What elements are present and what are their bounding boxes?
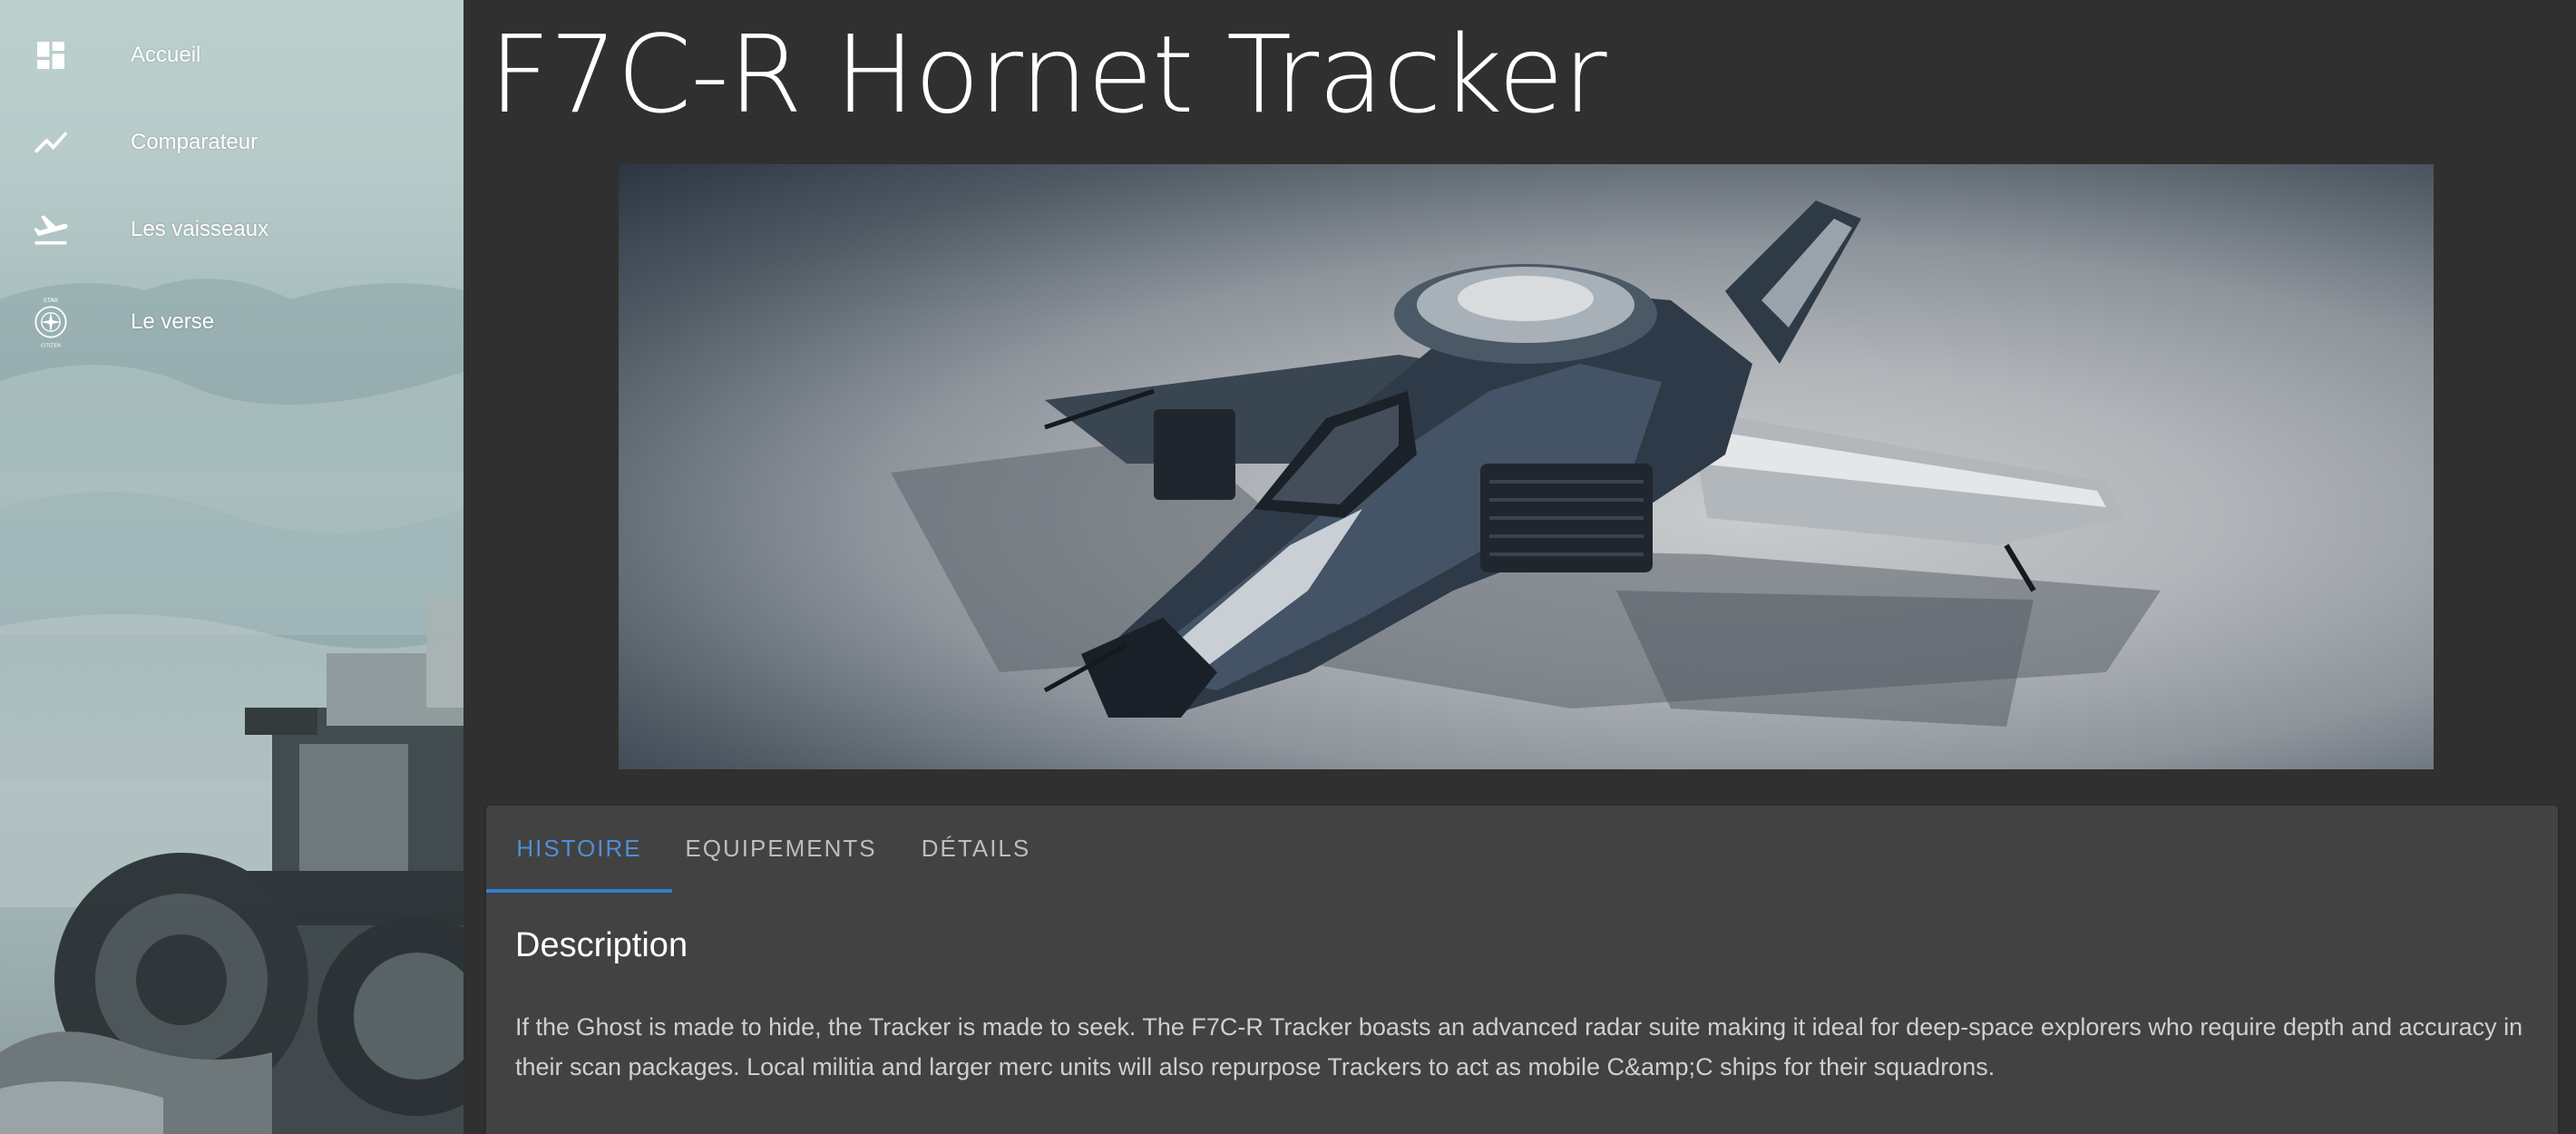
- tab-equipements[interactable]: EQUIPEMENTS: [672, 806, 890, 891]
- sidebar-item-label: Le verse: [131, 309, 215, 334]
- app-root: Accueil Comparateur Les vaisseaux STAR C…: [0, 0, 2576, 1134]
- ship-info-card: HISTOIRE EQUIPEMENTS DÉTAILS Description…: [486, 806, 2558, 1134]
- logo-text-bottom: CITIZEN: [41, 344, 61, 349]
- logo-text-top: STAR: [44, 297, 59, 304]
- main-content: F7C-R Hornet Tracker HISTOIRE EQUIPEMENT…: [465, 0, 2576, 1134]
- sidebar-item-comparateur[interactable]: Comparateur: [0, 106, 463, 179]
- sidebar-item-label: Les vaisseaux: [131, 217, 269, 241]
- sidebar-item-le-verse[interactable]: STAR CITIZEN Le verse: [0, 286, 463, 358]
- trending-line-icon: [29, 121, 73, 164]
- tab-details[interactable]: DÉTAILS: [890, 806, 1062, 891]
- sidebar-item-label: Comparateur: [131, 130, 259, 154]
- sidebar: Accueil Comparateur Les vaisseaux STAR C…: [0, 0, 463, 1134]
- description-text: If the Ghost is made to hide, the Tracke…: [515, 1013, 2523, 1080]
- description-heading: Description: [515, 926, 688, 964]
- sidebar-item-label: Accueil: [131, 43, 201, 67]
- sidebar-item-vaisseaux[interactable]: Les vaisseaux: [0, 193, 463, 266]
- tab-bar: HISTOIRE EQUIPEMENTS DÉTAILS: [486, 806, 2558, 893]
- active-tab-indicator: [486, 889, 672, 893]
- ship-hero-image: [619, 164, 2434, 769]
- ship-render: [891, 200, 2161, 727]
- page-title: F7C-R Hornet Tracker: [489, 12, 1607, 137]
- flight-takeoff-icon: [29, 208, 73, 251]
- tab-histoire[interactable]: HISTOIRE: [486, 806, 672, 891]
- dashboard-icon: [29, 34, 73, 77]
- sidebar-item-accueil[interactable]: Accueil: [0, 19, 463, 92]
- star-citizen-logo-icon: STAR CITIZEN: [29, 297, 73, 349]
